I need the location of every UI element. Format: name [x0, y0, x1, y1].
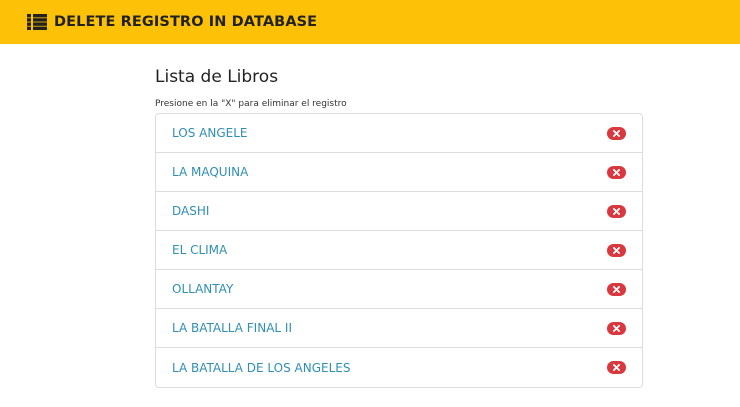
delete-button[interactable] [607, 165, 626, 179]
list-item: EL CLIMA [156, 231, 642, 270]
book-title-link[interactable]: EL CLIMA [172, 243, 227, 257]
delete-button[interactable] [607, 282, 626, 296]
book-title-link[interactable]: LA MAQUINA [172, 165, 248, 179]
page-title: Lista de Libros [155, 67, 279, 87]
delete-button[interactable] [607, 321, 626, 335]
navbar: DELETE REGISTRO IN DATABASE [0, 0, 740, 44]
book-title-link[interactable]: LA BATALLA FINAL II [172, 321, 292, 335]
book-title-link[interactable]: OLLANTAY [172, 282, 233, 296]
instructions-text: Presione en la "X" para eliminar el regi… [155, 99, 347, 109]
close-icon [613, 207, 620, 215]
book-title-link[interactable]: LOS ANGELE [172, 126, 247, 140]
list-item: OLLANTAY [156, 270, 642, 309]
book-title-link[interactable]: DASHI [172, 204, 209, 218]
delete-button[interactable] [607, 361, 626, 374]
close-icon [613, 324, 620, 332]
list-item: DASHI [156, 192, 642, 231]
main-content: Lista de Libros Presione en la "X" para … [155, 64, 643, 388]
close-icon [613, 285, 620, 293]
delete-button[interactable] [607, 126, 626, 140]
delete-button[interactable] [607, 204, 626, 218]
close-icon [613, 168, 620, 176]
book-list: LOS ANGELE LA MAQUINA DASHI EL CLIMA OLL [155, 113, 643, 388]
list-item: LOS ANGELE [156, 114, 642, 153]
list-icon [27, 14, 47, 30]
close-icon [613, 364, 620, 371]
close-icon [613, 246, 620, 254]
list-item: LA BATALLA FINAL II [156, 309, 642, 348]
close-icon [613, 129, 620, 137]
app-title[interactable]: DELETE REGISTRO IN DATABASE [54, 14, 317, 30]
list-item: LA MAQUINA [156, 153, 642, 192]
list-item: LA BATALLA DE LOS ANGELES [156, 348, 642, 387]
delete-button[interactable] [607, 243, 626, 257]
book-title-link[interactable]: LA BATALLA DE LOS ANGELES [172, 361, 351, 375]
